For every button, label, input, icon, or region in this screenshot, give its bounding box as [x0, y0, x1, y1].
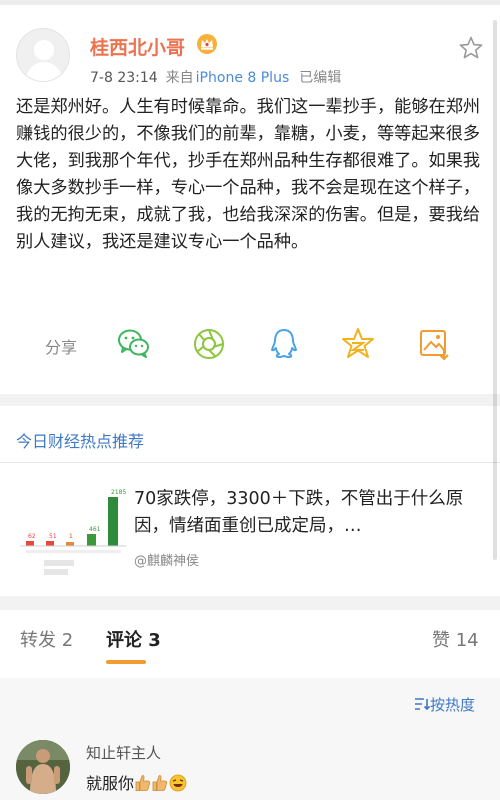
section-divider [0, 394, 500, 406]
sort-label: 按热度 [430, 696, 476, 714]
tab-repost[interactable]: 转发 2 [20, 626, 73, 652]
thumbs-up-icon [135, 775, 151, 791]
hot-headline[interactable]: 70家跌停，3300＋下跌，不管出于什么原因，情绪面重创已成定局，… [134, 486, 484, 540]
post-header: 桂西北小哥 7-8 23:14 来自 iPhone 8 Plus 已编辑 [0, 5, 500, 90]
thumb-label-2: 1 [69, 533, 73, 540]
scrollbar[interactable] [493, 20, 497, 560]
qq-icon[interactable] [266, 326, 302, 362]
thumb-label-mid: 461 [89, 526, 101, 533]
commenter-avatar[interactable] [16, 740, 70, 794]
article-thumbnail: 2185 461 1 51 62 [16, 478, 130, 580]
hot-article-card[interactable]: 2185 461 1 51 62 70家跌停，3300＋下跌，不管出于什么原因，… [0, 470, 500, 588]
device-link[interactable]: iPhone 8 Plus [196, 70, 290, 86]
hot-divider [0, 462, 500, 463]
tab-comments[interactable]: 评论 3 [106, 626, 161, 652]
share-row: 分享 [0, 322, 500, 370]
section-divider-2 [0, 596, 500, 610]
comment-text: 就服你 [86, 774, 135, 793]
commenter-name[interactable]: 知止轩主人 [86, 742, 161, 763]
source-prefix: 来自 [165, 70, 194, 86]
moments-icon[interactable] [191, 326, 227, 362]
hot-author[interactable]: @麒麟神侯 [134, 550, 199, 569]
username[interactable]: 桂西北小哥 [90, 33, 185, 60]
post-meta: 7-8 23:14 来自 iPhone 8 Plus 已编辑 [90, 67, 341, 87]
post-time: 7-8 23:14 [90, 70, 158, 86]
save-image-icon[interactable] [416, 326, 452, 362]
edited-label: 已编辑 [299, 70, 342, 86]
avatar[interactable] [16, 28, 70, 82]
thumb-label-4: 62 [28, 533, 36, 540]
thumbs-up-icon-2 [152, 775, 168, 791]
sort-by-hot-button[interactable]: 按热度 [414, 694, 475, 715]
favorite-star-icon[interactable] [458, 35, 484, 61]
share-label: 分享 [45, 338, 78, 357]
thumb-label-3: 51 [49, 533, 57, 540]
vip-crown-icon [197, 34, 217, 54]
wechat-icon[interactable] [116, 326, 152, 362]
active-tab-indicator [106, 660, 146, 664]
post-body: 还是郑州好。人生有时候靠命。我们这一辈抄手，能够在郑州赚钱的很少的，不像我们的前… [16, 97, 481, 252]
qzone-icon[interactable] [340, 326, 376, 362]
thumb-label-top: 2185 [111, 489, 126, 496]
sort-icon [415, 698, 431, 711]
laughing-face-icon [169, 774, 187, 792]
comment-text-row: 就服你 [86, 770, 187, 794]
tab-likes[interactable]: 赞 14 [432, 626, 479, 652]
interaction-tabs: 转发 2 评论 3 赞 14 [0, 618, 500, 678]
hot-section-title: 今日财经热点推荐 [16, 432, 145, 451]
